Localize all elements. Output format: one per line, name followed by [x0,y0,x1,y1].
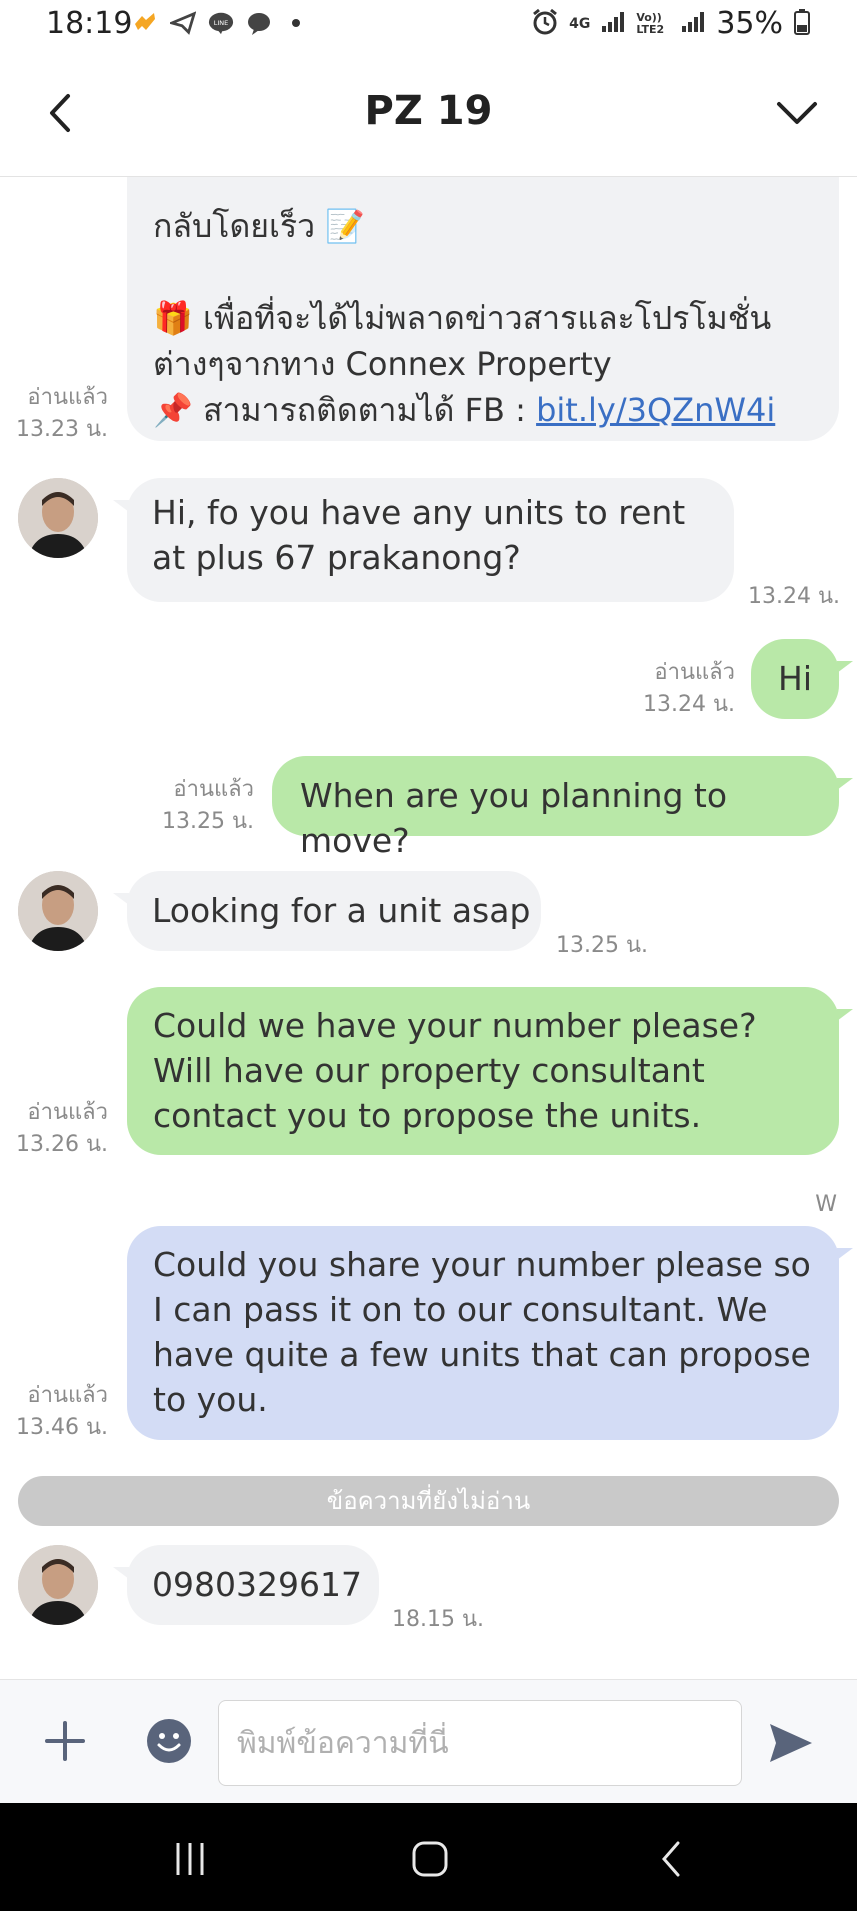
avatar-photo [18,1545,98,1625]
message-time: 13.25 น. [556,933,649,958]
home-icon [412,1841,448,1877]
signal-strength-2-icon [680,10,706,38]
message-time: 18.15 น. [392,1607,485,1632]
message-time: 13.26 น. [15,1132,108,1157]
message-bubble-incoming[interactable]: กลับโดยเร็ว 📝 🎁 เพื่อที่จะได้ไม่พลาดข่าว… [127,177,839,441]
chat-bubble-icon [246,10,272,36]
message-time: 13.24 น. [748,584,841,609]
message-read-meta: อ่านแล้ว 13.24 น. [600,657,735,721]
message-bubble-outgoing-staff[interactable]: Could you share your number please so I … [127,1226,853,1440]
status-time: 18:19 [46,6,133,41]
message-composer [0,1679,857,1804]
contact-avatar[interactable] [18,1545,98,1625]
message-bubble-incoming[interactable]: Looking for a unit asap [113,871,541,951]
smiley-icon [147,1719,191,1763]
contact-avatar[interactable] [18,478,98,558]
message-text: Hi [778,659,812,698]
notification-icons: LINE [132,10,300,36]
recent-apps-button[interactable] [166,1835,214,1883]
message-bubble-outgoing[interactable]: Could we have your number please? Will h… [127,987,853,1155]
chat-messages[interactable]: กลับโดยเร็ว 📝 🎁 เพื่อที่จะได้ไม่พลาดข่าว… [0,177,857,1679]
alarm-icon [531,8,559,40]
send-button[interactable] [766,1718,816,1768]
message-bubble-outgoing[interactable]: Hi [751,639,853,719]
chevron-down-icon [777,102,817,124]
chat-header: PZ 19 [0,52,857,177]
message-text-line: 🎁 เพื่อที่จะได้ไม่พลาดข่าวสารและโปรโมชั่… [153,299,772,337]
line-app-icon: LINE [208,10,234,36]
message-bubble-incoming[interactable]: Hi, fo you have any units to rent at plu… [113,478,734,602]
signal-strength-icon [600,10,626,38]
status-bar: 18:19 LINE 4G Vo)) LTE2 35% [0,0,857,52]
back-nav-icon [662,1841,680,1877]
message-read-meta: อ่านแล้ว 13.46 น. [0,1380,108,1444]
avatar-photo [18,871,98,951]
message-text: Could you share your number please so I … [153,1245,811,1419]
network-4g-label: 4G [569,15,591,32]
read-receipt: อ่านแล้ว [27,385,108,410]
message-text-line: 📌 สามารถติดตามได้ FB : [153,391,537,429]
message-text-line: ต่างๆจากทาง Connex Property [153,345,612,383]
read-receipt: อ่านแล้ว [173,777,254,802]
back-nav-button[interactable] [648,1835,696,1883]
contact-avatar[interactable] [18,871,98,951]
recent-apps-icon [176,1843,204,1875]
app-notification-icon [132,10,158,36]
send-notification-icon [170,10,196,36]
volte-label: Vo)) LTE2 [636,10,665,36]
message-text: Could we have your number please? Will h… [153,1006,757,1135]
battery-icon [793,8,811,40]
system-navigation-bar [0,1803,857,1911]
home-button[interactable] [406,1835,454,1883]
message-text: When are you planning to move? [300,776,728,860]
svg-text:LINE: LINE [214,19,229,27]
message-input[interactable] [218,1700,742,1786]
read-receipt: อ่านแล้ว [27,1100,108,1125]
message-text: 0980329617 [152,1565,362,1604]
plus-icon [45,1721,85,1761]
chat-title[interactable]: PZ 19 [0,88,857,134]
system-status-icons: 4G Vo)) LTE2 35% [531,6,811,41]
facebook-link[interactable]: bit.ly/3QZnW4i [536,391,775,429]
message-bubble-outgoing[interactable]: When are you planning to move? [272,756,853,860]
emoji-button[interactable] [146,1718,192,1764]
attach-button[interactable] [44,1720,86,1762]
message-read-meta: อ่านแล้ว 13.25 น. [120,774,254,838]
more-notifications-dot-icon [292,19,300,27]
message-time: 13.24 น. [642,692,735,717]
message-text: Hi, fo you have any units to rent at plu… [152,493,686,577]
read-receipt: อ่านแล้ว [654,660,735,685]
message-time: 13.23 น. [15,417,108,442]
message-bubble-incoming[interactable]: 0980329617 [113,1545,379,1625]
read-receipt: อ่านแล้ว [27,1383,108,1408]
message-time: 13.46 น. [15,1415,108,1440]
message-read-meta: อ่านแล้ว 13.23 น. [0,382,108,446]
message-text-line: กลับโดยเร็ว 📝 [153,207,366,245]
message-time: 13.25 น. [161,809,254,834]
send-icon [770,1724,812,1762]
battery-percent: 35% [716,6,783,41]
sender-label: W [815,1192,837,1217]
avatar-photo [18,478,98,558]
unread-messages-divider: ข้อความที่ยังไม่อ่าน [18,1476,839,1526]
menu-expand-button[interactable] [767,88,827,138]
message-read-meta: อ่านแล้ว 13.26 น. [0,1097,108,1161]
message-text: Looking for a unit asap [152,891,531,930]
